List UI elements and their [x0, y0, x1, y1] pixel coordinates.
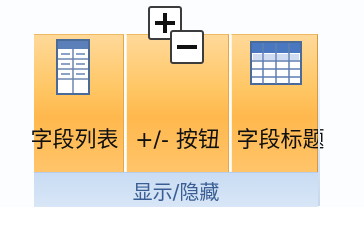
field-headers-icon [250, 41, 302, 85]
field-headers-button[interactable]: 字段标题 [231, 34, 325, 172]
field-list-icon [56, 39, 90, 95]
plus-minus-buttons-icon [148, 6, 204, 64]
ribbon-panel: 字段列表 +/- 按钮 字段标题 显示/隐藏 [0, 0, 364, 207]
group-label-bar: 显示/隐藏 [34, 172, 318, 207]
plus-minus-buttons-label: +/- 按钮 [135, 128, 220, 153]
field-list-label: 字段列表 [30, 128, 119, 153]
field-headers-label: 字段标题 [236, 128, 325, 153]
field-list-button[interactable]: 字段列表 [30, 34, 124, 172]
group-label: 显示/隐藏 [132, 180, 220, 204]
group-divider [318, 34, 320, 206]
plus-minus-buttons-button[interactable]: +/- 按钮 [126, 6, 229, 172]
